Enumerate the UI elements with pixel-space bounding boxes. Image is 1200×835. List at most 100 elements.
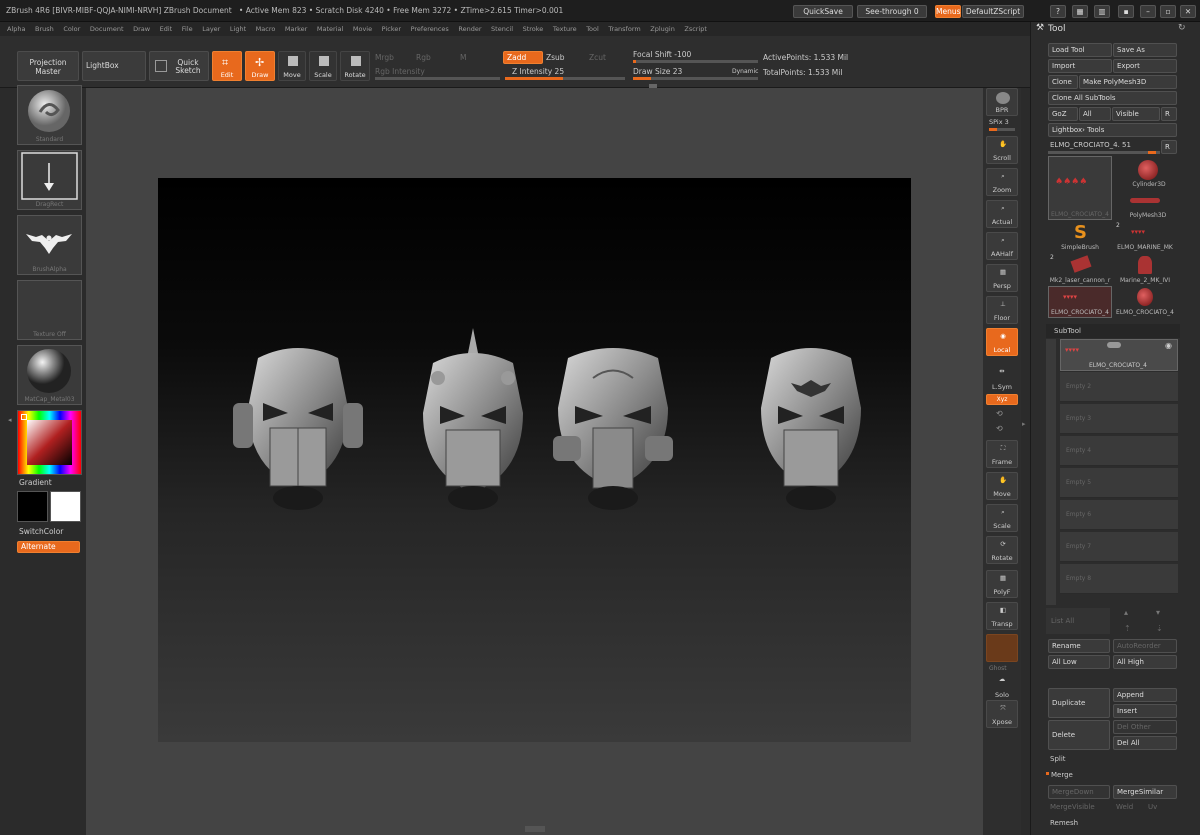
minimize-icon[interactable]: –	[1140, 5, 1156, 18]
focal-shift-slider[interactable]	[633, 60, 758, 63]
arrow-up-icon[interactable]: ⇡	[1124, 624, 1131, 633]
menu-tool[interactable]: Tool	[586, 22, 599, 36]
spix-slider[interactable]: SPix 3	[989, 118, 1009, 126]
refresh-icon[interactable]: ↻	[1178, 23, 1186, 33]
subtool-slot-2[interactable]: Empty 2	[1060, 372, 1178, 402]
menu-render[interactable]: Render	[458, 22, 481, 36]
load-tool-button[interactable]: Load Tool	[1048, 43, 1112, 57]
clone-button[interactable]: Clone	[1048, 75, 1078, 89]
tool-slider[interactable]	[1048, 151, 1160, 154]
menu-movie[interactable]: Movie	[353, 22, 372, 36]
scale-button[interactable]: Scale	[309, 51, 337, 81]
gradient-label[interactable]: Gradient	[19, 478, 52, 487]
goz-visible-button[interactable]: Visible	[1112, 107, 1160, 121]
split-button[interactable]: Split	[1050, 755, 1066, 763]
subtool-slot-6[interactable]: Empty 6	[1060, 500, 1178, 530]
actual-button[interactable]: ⌕ Actual	[986, 200, 1018, 228]
weld-toggle[interactable]: Weld	[1116, 803, 1133, 811]
menu-layer[interactable]: Layer	[202, 22, 220, 36]
spix-slider-track[interactable]	[989, 128, 1015, 131]
rename-button[interactable]: Rename	[1048, 639, 1110, 653]
autoreorder-button[interactable]: AutoReorder	[1113, 639, 1177, 653]
zadd-button[interactable]: Zadd	[503, 51, 543, 64]
color-saturation-square[interactable]	[27, 420, 72, 465]
helmet-4[interactable]	[761, 348, 861, 510]
zsub-button[interactable]: Zsub	[546, 53, 565, 62]
append-button[interactable]: Append	[1113, 688, 1177, 702]
clone-all-subtools-button[interactable]: Clone All SubTools	[1048, 91, 1177, 105]
polyf-button[interactable]: ▦ PolyF	[986, 570, 1018, 598]
scroll-button[interactable]: ✋ Scroll	[986, 136, 1018, 164]
simplebrush-label[interactable]: SimpleBrush	[1048, 244, 1112, 251]
bpr-button[interactable]: BPR	[986, 88, 1018, 116]
subtool-slot-3[interactable]: Empty 3	[1060, 404, 1178, 434]
texture-thumbnail[interactable]: Texture Off	[17, 280, 82, 340]
subtool-slot-5[interactable]: Empty 5	[1060, 468, 1178, 498]
z-intensity-slider[interactable]	[505, 77, 625, 80]
merge-button[interactable]: Merge	[1051, 771, 1073, 779]
menus-button[interactable]: Menus	[935, 5, 961, 18]
close-icon[interactable]: ✕	[1180, 5, 1196, 18]
uv-toggle[interactable]: Uv	[1148, 803, 1157, 811]
polymesh3d-label[interactable]: PolyMesh3D	[1118, 212, 1178, 219]
import-button[interactable]: Import	[1048, 59, 1112, 73]
menu-color[interactable]: Color	[63, 22, 80, 36]
tool-r-button[interactable]: R	[1161, 140, 1177, 154]
frame-button[interactable]: ⛶ Frame	[986, 440, 1018, 468]
menu-transform[interactable]: Transform	[608, 22, 640, 36]
subtool-toggle-icon[interactable]	[1107, 342, 1121, 348]
menu-alpha[interactable]: Alpha	[7, 22, 25, 36]
tool-palette-title[interactable]: Tool	[1048, 24, 1065, 34]
local-button[interactable]: ◉ Local	[986, 328, 1018, 356]
lightbox-tools-button[interactable]: Lightbox› Tools	[1048, 123, 1177, 137]
quicksave-button[interactable]: QuickSave	[793, 5, 853, 18]
lightbox-button[interactable]: LightBox	[82, 51, 146, 81]
document-canvas[interactable]	[158, 178, 911, 742]
rgb-toggle[interactable]: Rgb	[416, 53, 431, 62]
alternate-button[interactable]: Alternate	[17, 541, 80, 553]
canvas-bottom-handle[interactable]	[525, 826, 545, 832]
cylinder3d-icon[interactable]	[1138, 160, 1158, 180]
polymesh3d-icon[interactable]	[1130, 198, 1160, 203]
menu-draw[interactable]: Draw	[133, 22, 150, 36]
menu-macro[interactable]: Macro	[256, 22, 276, 36]
menu-edit[interactable]: Edit	[160, 22, 173, 36]
marine-figure-label[interactable]: Marine_2_MK_IVI	[1112, 277, 1178, 284]
marine-figure-icon[interactable]	[1138, 256, 1152, 274]
export-button[interactable]: Export	[1113, 59, 1177, 73]
zoom-button[interactable]: ⌕ Zoom	[986, 168, 1018, 196]
switch-color-button[interactable]: SwitchColor	[19, 527, 63, 536]
save-as-button[interactable]: Save As	[1113, 43, 1177, 57]
maximize-icon[interactable]: ▫	[1160, 5, 1176, 18]
m-toggle[interactable]: M	[460, 53, 466, 62]
solo-button[interactable]: ☁ Solo	[986, 672, 1018, 700]
rgb-intensity-slider[interactable]	[375, 77, 500, 80]
color-picker[interactable]	[17, 410, 82, 475]
default-zscript-button[interactable]: DefaultZScript	[962, 5, 1024, 18]
left-tray-arrow-icon[interactable]: ◂	[8, 416, 12, 424]
menu-material[interactable]: Material	[317, 22, 343, 36]
transp-button[interactable]: ◧ Transp	[986, 602, 1018, 630]
menu-texture[interactable]: Texture	[553, 22, 577, 36]
elmo-marine-icon[interactable]: ▾▾▾▾	[1131, 228, 1145, 236]
helmet-2[interactable]	[423, 328, 523, 510]
xyz-button[interactable]: Xyz	[986, 394, 1018, 405]
menu-light[interactable]: Light	[230, 22, 246, 36]
mergesimilar-button[interactable]: MergeSimilar	[1113, 785, 1177, 799]
dynamic-toggle[interactable]: Dynamic	[732, 68, 758, 75]
main-color-swatch[interactable]	[17, 491, 48, 522]
subtool-slot-4[interactable]: Empty 4	[1060, 436, 1178, 466]
xpose-button[interactable]: ⤧ Xpose	[986, 700, 1018, 728]
elmo-marine-label[interactable]: ELMO_MARINE_MK	[1112, 244, 1178, 251]
aahalf-button[interactable]: ⌕ AAHalf	[986, 232, 1018, 260]
make-polymesh-button[interactable]: Make PolyMesh3D	[1079, 75, 1177, 89]
layout2-icon[interactable]: ▥	[1094, 5, 1110, 18]
menu-stencil[interactable]: Stencil	[491, 22, 513, 36]
goz-r-button[interactable]: R	[1161, 107, 1177, 121]
elmo-helmet-label[interactable]: ELMO_CROCIATO_4	[1112, 309, 1178, 316]
menu-file[interactable]: File	[182, 22, 193, 36]
all-low-button[interactable]: All Low	[1048, 655, 1110, 669]
cylinder3d-label[interactable]: Cylinder3D	[1120, 181, 1178, 188]
rotate-button[interactable]: Rotate	[340, 51, 370, 81]
help-icon[interactable]: ?	[1050, 5, 1066, 18]
